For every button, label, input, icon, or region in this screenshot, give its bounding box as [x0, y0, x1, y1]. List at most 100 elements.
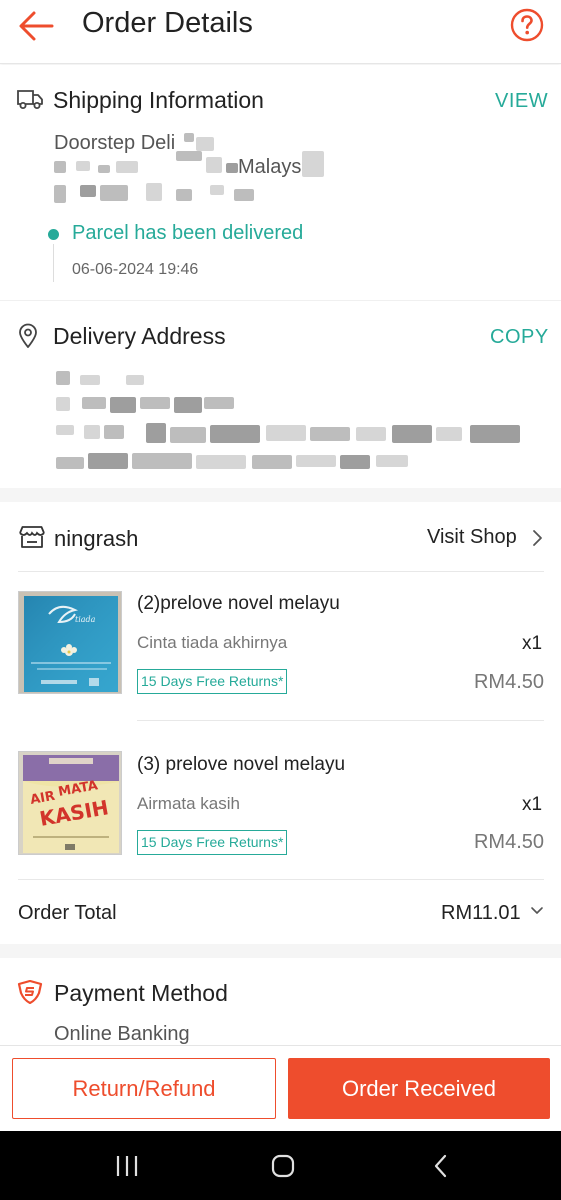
shop-icon: [19, 526, 45, 548]
redacted-block: [82, 397, 106, 409]
redacted-block: [56, 457, 84, 469]
redacted-block: [56, 425, 74, 435]
return-refund-button[interactable]: Return/Refund: [12, 1058, 276, 1119]
free-returns-badge: 15 Days Free Returns*: [137, 830, 288, 855]
redacted-block: [174, 397, 202, 413]
delivery-status-text: Parcel has been delivered: [72, 222, 304, 244]
arrow-left-icon[interactable]: [16, 8, 56, 44]
shipping-info-section: Shipping Information VIEW Doorstep Deli …: [0, 65, 561, 300]
delivery-address-title: Delivery Address: [53, 323, 226, 349]
order-total-value[interactable]: RM11.01: [441, 902, 521, 925]
back-icon[interactable]: [428, 1153, 454, 1179]
redacted-block: [176, 151, 202, 161]
divider: [18, 879, 544, 880]
redacted-block: [226, 163, 238, 173]
redacted-block: [110, 397, 136, 413]
redacted-block: [104, 425, 124, 439]
redacted-block: [204, 397, 234, 409]
recent-apps-icon[interactable]: [114, 1153, 140, 1179]
redacted-block: [210, 185, 224, 195]
item-quantity: x1: [522, 794, 543, 815]
bottom-action-bar: Return/Refund Order Received: [0, 1045, 561, 1131]
item-title[interactable]: (2)prelove novel melayu: [137, 593, 340, 615]
payment-method-title: Payment Method: [54, 980, 228, 1006]
redacted-block: [302, 151, 324, 177]
redacted-block: [54, 161, 66, 173]
svg-text:tiada: tiada: [75, 615, 96, 624]
shipping-info-title: Shipping Information: [53, 87, 264, 113]
chevron-down-icon[interactable]: [530, 906, 544, 916]
item-title[interactable]: (3) prelove novel melayu: [137, 754, 345, 776]
shop-name[interactable]: ningrash: [54, 526, 138, 552]
timeline-line: [53, 244, 54, 282]
section-divider: [0, 488, 561, 502]
product-thumbnail[interactable]: tiada: [18, 591, 122, 694]
free-returns-badge: 15 Days Free Returns*: [137, 669, 288, 694]
redacted-block: [100, 185, 128, 201]
delivery-address-section: Delivery Address COPY: [0, 301, 561, 488]
redacted-block: [196, 137, 214, 151]
redacted-block: [170, 427, 206, 443]
item-price: RM4.50: [473, 671, 544, 693]
redacted-block: [116, 161, 138, 173]
redacted-block: [146, 423, 166, 443]
redacted-block: [392, 425, 432, 443]
copy-address-link[interactable]: COPY: [490, 326, 549, 349]
chevron-right-icon[interactable]: [531, 529, 543, 547]
product-thumbnail[interactable]: AIR MATA KASIH: [18, 751, 122, 855]
delivery-timestamp: 06-06-2024 19:46: [72, 261, 199, 278]
shield-icon: [17, 980, 43, 1004]
redacted-block: [54, 185, 66, 203]
divider: [18, 571, 544, 572]
app-header: Order Details: [0, 0, 561, 64]
redacted-block: [76, 161, 90, 171]
item-variant: Airmata kasih: [137, 794, 240, 813]
question-circle-icon[interactable]: [510, 8, 544, 42]
redacted-block: [266, 425, 306, 441]
truck-icon: [17, 90, 43, 109]
shipping-address-fragment: Malaysi: [238, 156, 306, 178]
book-cover-image: AIR MATA KASIH: [19, 752, 121, 854]
redacted-block: [80, 185, 96, 197]
system-navigation-bar: [0, 1131, 561, 1200]
redacted-block: [56, 397, 70, 411]
redacted-block: [340, 455, 370, 469]
redacted-block: [296, 455, 336, 467]
item-variant: Cinta tiada akhirnya: [137, 633, 288, 652]
redacted-block: [470, 425, 520, 443]
book-cover-image: tiada: [19, 592, 121, 693]
home-icon[interactable]: [270, 1153, 296, 1179]
redacted-block: [436, 427, 462, 441]
shipping-method-text: Doorstep Deli: [54, 132, 176, 154]
section-divider: [0, 944, 561, 958]
redacted-block: [80, 375, 100, 385]
redacted-block: [310, 427, 350, 441]
redacted-block: [206, 157, 222, 173]
redacted-block: [56, 371, 70, 385]
location-pin-icon: [19, 323, 37, 348]
order-received-button[interactable]: Order Received: [288, 1058, 550, 1119]
shop-section: [0, 502, 561, 944]
divider: [137, 720, 544, 721]
view-shipping-link[interactable]: VIEW: [495, 90, 548, 113]
item-price: RM4.50: [473, 831, 544, 853]
redacted-block: [376, 455, 408, 467]
redacted-block: [356, 427, 386, 441]
visit-shop-link[interactable]: Visit Shop: [427, 526, 517, 549]
item-quantity: x1: [522, 633, 543, 654]
delivered-status-dot: [48, 229, 59, 240]
redacted-block: [146, 183, 162, 201]
redacted-block: [132, 453, 192, 469]
redacted-block: [140, 397, 170, 409]
redacted-block: [210, 425, 260, 443]
redacted-block: [88, 453, 128, 469]
redacted-block: [252, 455, 292, 469]
redacted-block: [184, 133, 194, 142]
redacted-block: [196, 455, 246, 469]
redacted-block: [84, 425, 100, 439]
redacted-block: [98, 165, 110, 173]
page-title: Order Details: [82, 7, 253, 39]
redacted-block: [126, 375, 144, 385]
order-total-label: Order Total: [18, 902, 117, 924]
redacted-block: [176, 189, 192, 201]
